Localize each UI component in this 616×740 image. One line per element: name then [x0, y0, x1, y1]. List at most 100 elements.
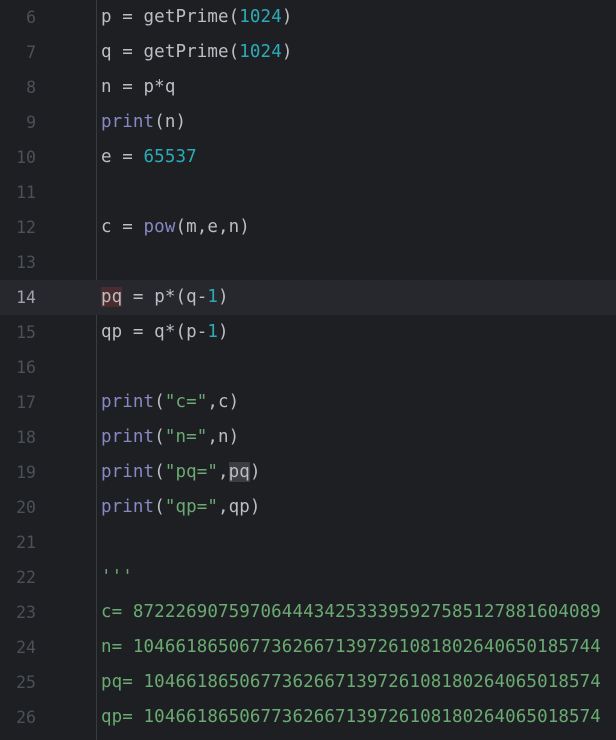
code-token: = p*(q- — [122, 287, 208, 307]
code-line[interactable]: 8 n = p*q — [0, 70, 616, 105]
code-line[interactable]: 6 p = getPrime(1024) — [0, 0, 616, 35]
code-token: 1024 — [239, 42, 282, 62]
code-token: 1024 — [239, 7, 282, 27]
code-line[interactable]: 13 — [0, 245, 616, 280]
code-line[interactable]: 22 ''' — [0, 560, 616, 595]
code-text[interactable]: q = getPrime(1024) — [101, 35, 292, 70]
code-token: e = — [101, 147, 144, 167]
line-number: 15 — [16, 323, 36, 342]
line-number: 7 — [26, 43, 36, 62]
line-number: 21 — [16, 533, 36, 552]
code-token: pq — [228, 462, 250, 482]
line-number: 6 — [26, 8, 36, 27]
code-line[interactable]: 23 c= 87222690759706444342533395927585127… — [0, 595, 616, 630]
code-line[interactable]: 16 — [0, 350, 616, 385]
code-text[interactable]: n = p*q — [101, 70, 175, 105]
code-token: ) — [281, 42, 293, 62]
code-line[interactable]: 21 — [0, 525, 616, 560]
code-token: "qp=" — [164, 497, 219, 517]
code-editor[interactable]: 6p = getPrime(1024) 7 q = getPrime(1024) 8 n… — [0, 0, 616, 740]
code-line[interactable]: 7 q = getPrime(1024) — [0, 35, 616, 70]
code-text[interactable]: n= 1046618650677362667139726108180264065… — [101, 630, 601, 665]
line-number: 12 — [16, 218, 36, 237]
code-line[interactable]: 11 — [0, 175, 616, 210]
code-token: 65537 — [143, 147, 197, 167]
code-token: ,qp) — [218, 497, 261, 517]
code-line[interactable]: 10 e = 65537 — [0, 140, 616, 175]
code-line[interactable]: 17 print("c=",c) — [0, 385, 616, 420]
code-token: c = — [101, 217, 144, 237]
code-line[interactable]: 12 c = pow(m,e,n) — [0, 210, 616, 245]
code-token: q = getPrime( — [101, 42, 240, 62]
code-text[interactable]: qp= 104661865067736266713972610818026406… — [101, 700, 601, 735]
code-line[interactable]: 9 print(n) — [0, 105, 616, 140]
code-token: ( — [154, 427, 165, 447]
code-token: qp= 104661865067736266713972610818026406… — [101, 707, 601, 727]
line-number: 17 — [16, 393, 36, 412]
line-number: 20 — [16, 498, 36, 517]
code-line[interactable]: 18 print("n=",n) — [0, 420, 616, 455]
code-token: p = getPrime( — [101, 7, 240, 27]
code-token: ( — [154, 462, 165, 482]
line-number: 18 — [16, 428, 36, 447]
code-line[interactable]: 20 print("qp=",qp) — [0, 490, 616, 525]
code-token: ,n) — [207, 427, 240, 447]
code-line[interactable]: 25 pq= 1046618650677362667139726108180264… — [0, 665, 616, 700]
code-text[interactable]: print("pq=",pq) — [101, 455, 261, 490]
code-line[interactable]: 15 qp = q*(p-1) — [0, 315, 616, 350]
code-token: 1 — [207, 287, 219, 307]
code-text[interactable]: e = 65537 — [101, 140, 197, 175]
code-text[interactable]: c= 8722269075970644434253339592758512788… — [101, 595, 601, 630]
code-token: "c=" — [164, 392, 208, 412]
code-line[interactable]: 24 n= 10466186506773626671397261081802640… — [0, 630, 616, 665]
code-text[interactable]: pq = p*(q-1) — [101, 280, 229, 315]
code-line[interactable]: 26 qp= 1046618650677362667139726108180264… — [0, 700, 616, 735]
code-token: ) — [249, 462, 261, 482]
code-token: print — [101, 112, 155, 132]
code-token: pq= 104661865067736266713972610818026406… — [101, 672, 601, 692]
code-token: print — [101, 427, 155, 447]
code-token: (m,e,n) — [175, 217, 250, 237]
line-number: 24 — [16, 638, 36, 657]
code-token: ) — [218, 322, 229, 342]
code-token: ) — [281, 7, 293, 27]
code-token: c= 8722269075970644434253339592758512788… — [101, 602, 601, 622]
code-line[interactable]: 14 pq = p*(q-1) — [0, 280, 616, 315]
code-token: ( — [154, 392, 165, 412]
code-token: n= 1046618650677362667139726108180264065… — [101, 637, 601, 657]
code-token: , — [218, 462, 229, 482]
code-token: ) — [218, 287, 229, 307]
code-token: pow — [143, 217, 176, 237]
code-token: "pq=" — [164, 462, 219, 482]
code-text[interactable]: print("qp=",qp) — [101, 490, 261, 525]
code-text[interactable]: ''' — [101, 560, 133, 595]
line-number: 25 — [16, 673, 36, 692]
code-token: 1 — [207, 322, 218, 342]
code-line[interactable]: 19 print("pq=",pq) — [0, 455, 616, 490]
line-number: 16 — [16, 358, 36, 377]
line-number: 26 — [16, 708, 36, 727]
code-text[interactable]: c = pow(m,e,n) — [101, 210, 250, 245]
code-text[interactable]: qp = q*(p-1) — [101, 315, 229, 350]
code-token: print — [101, 497, 155, 517]
code-token: "n=" — [164, 427, 208, 447]
code-token: qp = q*(p- — [101, 322, 208, 342]
code-token: ''' — [101, 567, 133, 587]
line-number: 23 — [16, 603, 36, 622]
code-token: print — [101, 462, 155, 482]
code-text[interactable]: print("n=",n) — [101, 420, 239, 455]
code-token: n = p*q — [101, 77, 176, 97]
code-text[interactable]: p = getPrime(1024) — [101, 0, 292, 35]
code-token: (n) — [154, 112, 187, 132]
line-number: 10 — [16, 148, 36, 167]
code-text[interactable]: print(n) — [101, 105, 186, 140]
code-token: pq — [101, 287, 123, 307]
line-number: 11 — [16, 183, 36, 202]
line-number: 19 — [16, 463, 36, 482]
line-number: 22 — [16, 568, 36, 587]
code-token: ( — [154, 497, 165, 517]
line-number: 8 — [26, 78, 36, 97]
code-text[interactable]: print("c=",c) — [101, 385, 239, 420]
code-token: print — [101, 392, 155, 412]
code-text[interactable]: pq= 104661865067736266713972610818026406… — [101, 665, 601, 700]
